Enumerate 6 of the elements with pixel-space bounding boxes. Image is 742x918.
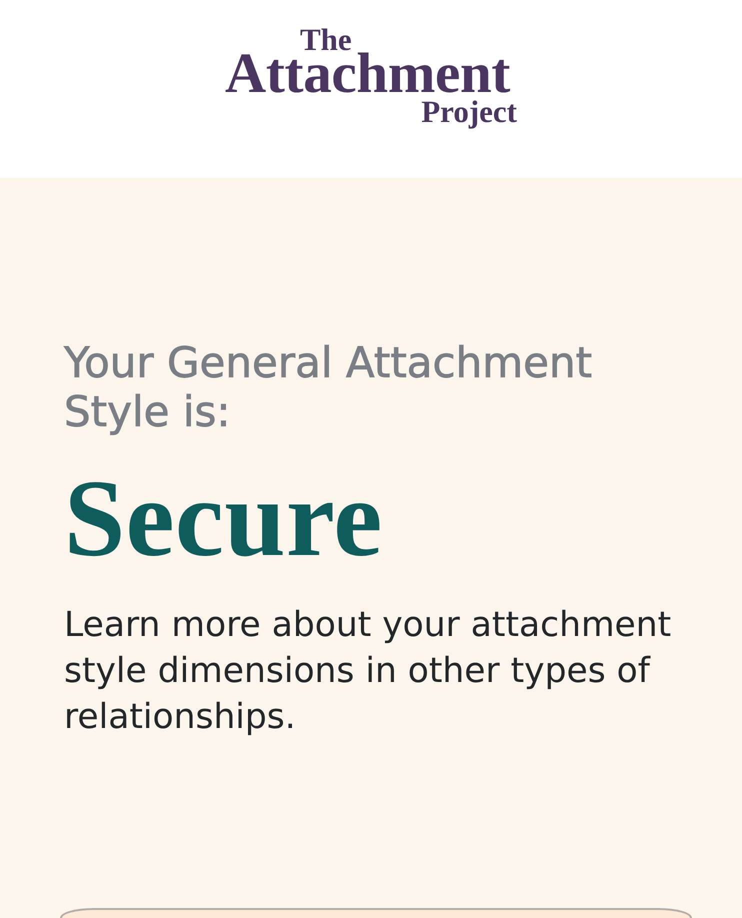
logo-text: The	[300, 28, 352, 52]
result-heading: Your General Attachment Style is:	[64, 338, 594, 436]
logo-text: Attachment	[225, 52, 510, 96]
description-text: Learn more about your attachment style dimensions in other types of relationships.	[64, 604, 672, 739]
attachment-style-title: Secure	[64, 463, 384, 573]
logo-text: Project	[421, 96, 517, 128]
